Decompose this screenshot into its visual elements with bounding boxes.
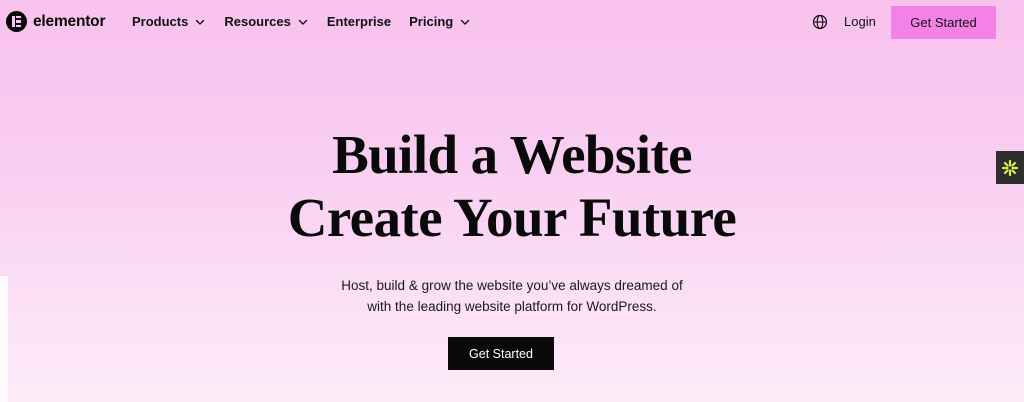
elementor-logo[interactable]: elementor (6, 11, 105, 32)
hero-title: Build a Website Create Your Future (0, 123, 1024, 249)
asterisk-icon (1001, 159, 1019, 176)
hero-subtitle-line-1: Host, build & grow the website you’ve al… (341, 278, 683, 293)
menu-item-label: Pricing (409, 14, 454, 29)
button-label: Get Started (469, 346, 533, 361)
logo-wordmark: elementor (33, 12, 106, 30)
login-link[interactable]: Login (844, 14, 876, 29)
left-edge-panel (0, 276, 8, 402)
menu-item-label: Products (132, 14, 189, 29)
elementor-logo-icon (6, 11, 27, 32)
button-label: Get Started (910, 15, 977, 30)
hero-get-started-button[interactable]: Get Started (448, 337, 554, 370)
chevron-down-icon (298, 19, 308, 25)
hero-title-line-1: Build a Website (332, 124, 692, 185)
menu-item-products[interactable]: Products (132, 14, 206, 29)
top-navigation: elementor Products Resources Enterprise … (0, 0, 1024, 46)
menu-item-resources[interactable]: Resources (224, 14, 308, 29)
main-menu: Products Resources Enterprise Pricing (132, 14, 471, 29)
menu-item-label: Resources (224, 14, 291, 29)
menu-item-enterprise[interactable]: Enterprise (327, 14, 391, 29)
hero-title-line-2: Create Your Future (287, 187, 737, 248)
header-get-started-button[interactable]: Get Started (891, 6, 996, 39)
chevron-down-icon (461, 19, 470, 25)
side-widget-button[interactable] (996, 151, 1024, 184)
chevron-down-icon (196, 19, 205, 25)
hero-subtitle: Host, build & grow the website you’ve al… (0, 275, 1024, 317)
hero-subtitle-line-2: with the leading website platform for Wo… (367, 299, 657, 314)
menu-item-label: Enterprise (326, 14, 392, 29)
menu-item-pricing[interactable]: Pricing (409, 14, 471, 29)
globe-icon[interactable] (812, 14, 828, 30)
